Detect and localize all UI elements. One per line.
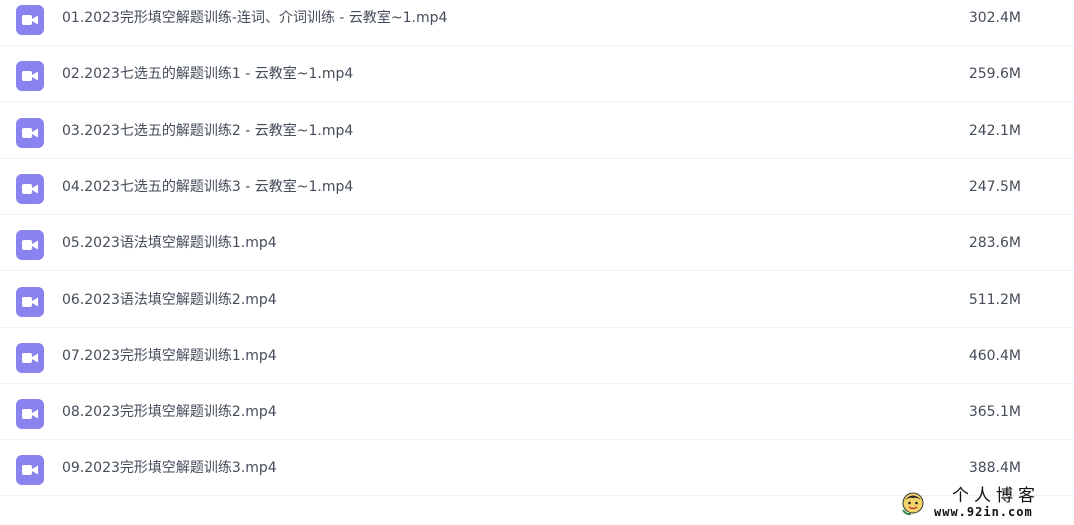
- file-name[interactable]: 02.2023七选五的解题训练1 - 云教室~1.mp4: [62, 64, 353, 84]
- file-row[interactable]: 01.2023完形填空解题训练-连词、介词训练 - 云教室~1.mp4 302.…: [0, 0, 1074, 46]
- watermark-url: www.92in.com: [934, 505, 1033, 519]
- file-row[interactable]: 05.2023语法填空解题训练1.mp4 283.6M: [0, 215, 1074, 271]
- file-name[interactable]: 07.2023完形填空解题训练1.mp4: [62, 346, 277, 366]
- video-file-icon: [16, 174, 44, 204]
- video-file-icon: [16, 118, 44, 148]
- file-name[interactable]: 09.2023完形填空解题训练3.mp4: [62, 458, 277, 478]
- file-row[interactable]: 04.2023七选五的解题训练3 - 云教室~1.mp4 247.5M: [0, 159, 1074, 215]
- file-size: 460.4M: [968, 348, 1021, 364]
- file-name[interactable]: 04.2023七选五的解题训练3 - 云教室~1.mp4: [62, 177, 353, 197]
- file-size: 511.2M: [968, 292, 1021, 308]
- file-row[interactable]: 03.2023七选五的解题训练2 - 云教室~1.mp4 242.1M: [0, 103, 1074, 159]
- file-row[interactable]: 08.2023完形填空解题训练2.mp4 365.1M: [0, 384, 1074, 440]
- watermark-title: 个人博客: [952, 486, 1040, 506]
- video-file-icon: [16, 399, 44, 429]
- video-file-icon: [16, 455, 44, 485]
- file-row[interactable]: 02.2023七选五的解题训练1 - 云教室~1.mp4 259.6M: [0, 46, 1074, 102]
- file-size: 283.6M: [968, 235, 1021, 251]
- file-name[interactable]: 05.2023语法填空解题训练1.mp4: [62, 233, 277, 253]
- watermark: 个人博客 www.92in.com: [898, 486, 1068, 522]
- file-row[interactable]: 06.2023语法填空解题训练2.mp4 511.2M: [0, 272, 1074, 328]
- file-size: 242.1M: [968, 123, 1021, 139]
- blog-logo-icon: [900, 490, 926, 516]
- file-name[interactable]: 06.2023语法填空解题训练2.mp4: [62, 290, 277, 310]
- file-name[interactable]: 01.2023完形填空解题训练-连词、介词训练 - 云教室~1.mp4: [62, 8, 447, 28]
- file-size: 365.1M: [968, 404, 1021, 420]
- file-size: 388.4M: [968, 460, 1021, 476]
- video-file-icon: [16, 287, 44, 317]
- file-name[interactable]: 08.2023完形填空解题训练2.mp4: [62, 402, 277, 422]
- file-list: 01.2023完形填空解题训练-连词、介词训练 - 云教室~1.mp4 302.…: [0, 0, 1074, 497]
- file-size: 259.6M: [968, 66, 1021, 82]
- video-file-icon: [16, 230, 44, 260]
- file-size: 247.5M: [968, 179, 1021, 195]
- video-file-icon: [16, 61, 44, 91]
- file-size: 302.4M: [968, 10, 1021, 26]
- file-name[interactable]: 03.2023七选五的解题训练2 - 云教室~1.mp4: [62, 121, 353, 141]
- video-file-icon: [16, 343, 44, 373]
- file-row[interactable]: 07.2023完形填空解题训练1.mp4 460.4M: [0, 328, 1074, 384]
- video-file-icon: [16, 5, 44, 35]
